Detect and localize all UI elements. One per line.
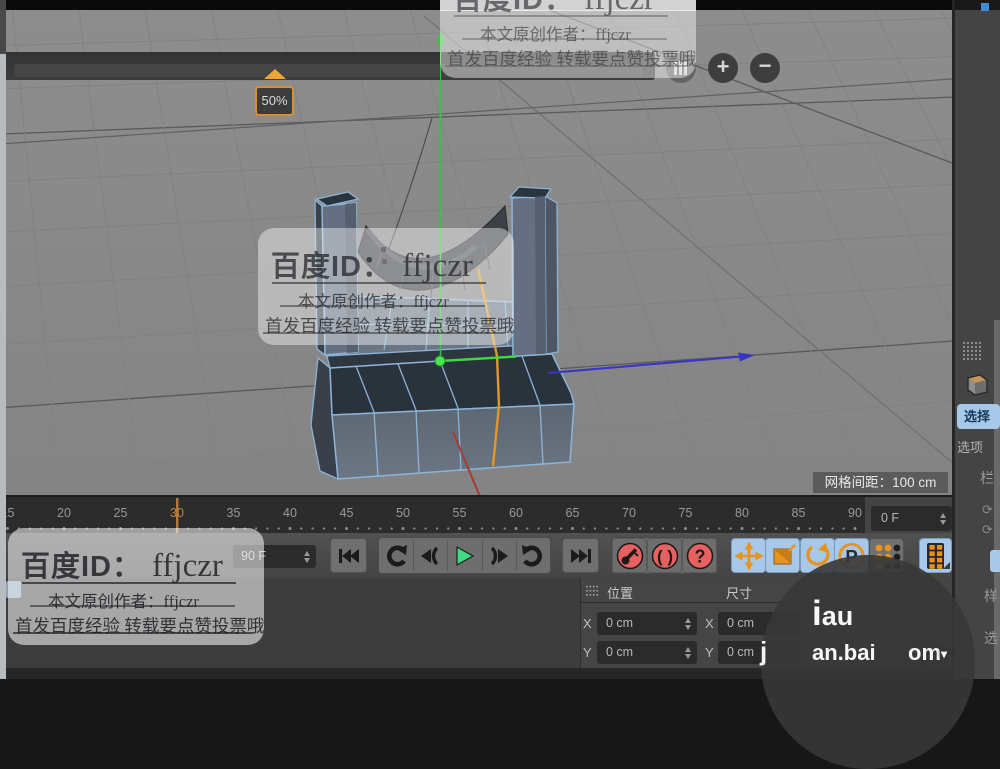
svg-text:65: 65 [566, 506, 580, 520]
svg-text:75: 75 [679, 506, 693, 520]
svg-text:55: 55 [453, 506, 467, 520]
svg-text:90: 90 [848, 506, 862, 520]
svg-text:50: 50 [396, 506, 410, 520]
svg-text:60: 60 [509, 506, 523, 520]
svg-text:20: 20 [57, 506, 71, 520]
svg-text:25: 25 [114, 506, 128, 520]
svg-text:30: 30 [170, 506, 184, 520]
svg-text:85: 85 [792, 506, 806, 520]
svg-text:( ): ( ) [656, 547, 672, 566]
svg-text:35: 35 [227, 506, 241, 520]
svg-text:?: ? [694, 546, 705, 566]
svg-text:45: 45 [340, 506, 354, 520]
svg-text:70: 70 [622, 506, 636, 520]
svg-text:40: 40 [283, 506, 297, 520]
svg-text:80: 80 [735, 506, 749, 520]
